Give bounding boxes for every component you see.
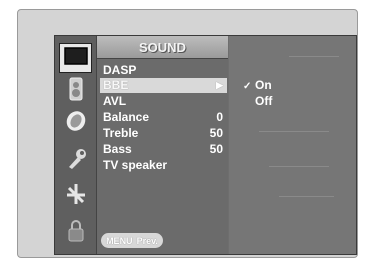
menu-item-value: 0 [216,110,223,124]
category-station[interactable] [59,181,92,211]
sound-menu: SOUND DASP BBE ▶ AVL Balance 0 Treble 50… [97,36,228,254]
menu-item-label: AVL [103,94,127,108]
menu-item-label: BBE [103,78,129,92]
divider [279,196,334,197]
menu-item-tv-speaker[interactable]: TV speaker [100,158,227,173]
wrench-icon [64,147,88,176]
menu-item-dasp[interactable]: DASP [100,63,227,78]
prev-label: Prev. [136,235,158,246]
menu-item-label: Balance [103,110,150,124]
screen-icon [63,46,88,70]
menu-item-balance[interactable]: Balance 0 [100,110,227,125]
menu-title: SOUND [97,36,228,59]
category-special[interactable] [59,146,92,176]
divider [269,166,329,167]
option-label: On [255,78,272,92]
menu-item-label: Bass [103,142,132,156]
menu-item-label: DASP [103,63,137,77]
option-label: Off [255,94,273,108]
category-screen[interactable] [59,43,92,73]
check-icon: ✓ [243,81,252,92]
divider [289,56,339,57]
osd-menu-panel: SOUND DASP BBE ▶ AVL Balance 0 Treble 50… [54,35,357,255]
category-time[interactable] [59,108,92,138]
menu-item-label: Treble [103,126,139,140]
submenu-arrow-icon: ▶ [216,80,223,90]
category-sound[interactable] [59,76,92,106]
menu-item-bass[interactable]: Bass 50 [100,142,227,157]
category-lock[interactable] [59,218,92,248]
tv-screen-frame: SOUND DASP BBE ▶ AVL Balance 0 Treble 50… [17,9,358,258]
menu-item-treble[interactable]: Treble 50 [100,126,227,141]
bbe-submenu: ✓ On Off [229,36,356,254]
option-on[interactable]: ✓ On [243,78,272,93]
menu-item-value: 50 [209,126,223,140]
lock-icon [67,219,85,248]
divider [259,131,329,132]
menu-item-bbe[interactable]: BBE ▶ [100,78,227,93]
satellite-icon [64,182,88,211]
menu-item-label: TV speaker [103,158,168,172]
speaker-icon [67,77,85,106]
menu-category-icons [55,36,97,254]
clock-icon [64,109,88,138]
menu-item-avl[interactable]: AVL [100,94,227,109]
menu-key-label: MENU [106,235,133,246]
option-off[interactable]: Off [243,94,272,109]
menu-item-value: 50 [209,142,223,156]
menu-prev-hint[interactable]: MENU Prev. [101,233,163,248]
